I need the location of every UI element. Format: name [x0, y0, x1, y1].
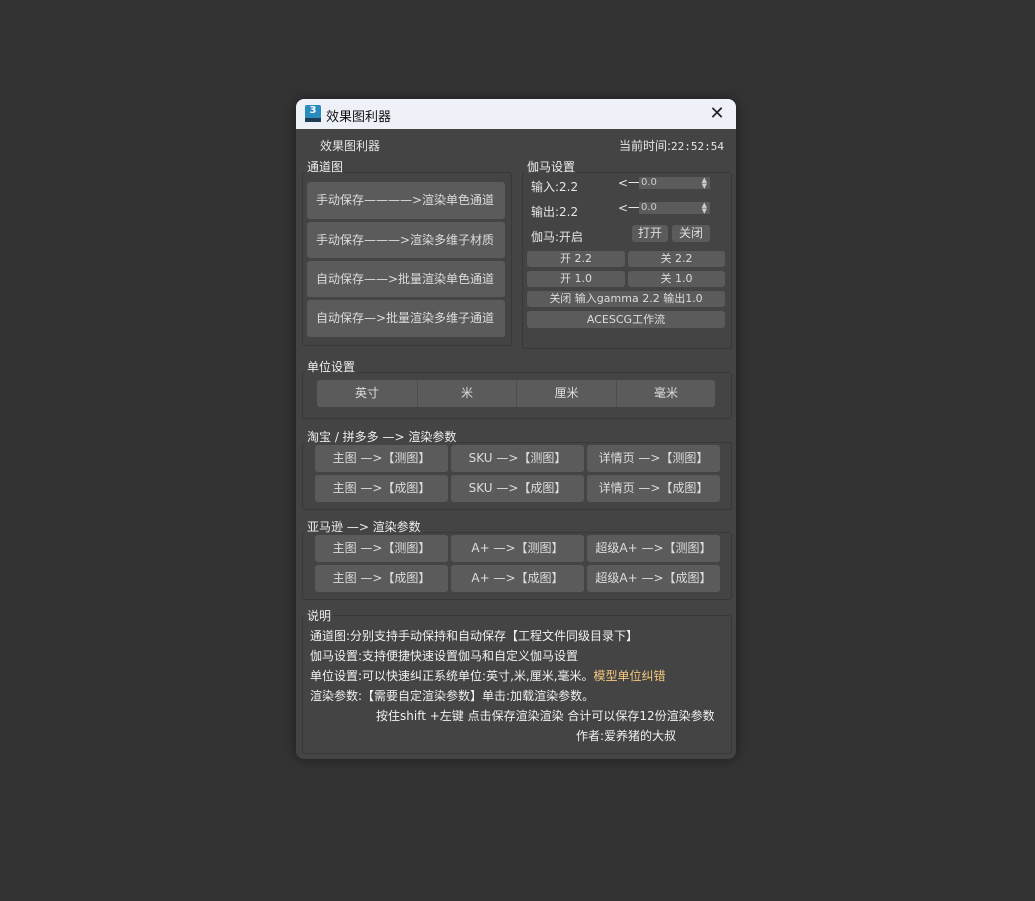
title-bar: 3 效果图利器 ✕	[296, 99, 736, 129]
amazon-aplus-test-button[interactable]: A+ —>【测图】	[451, 535, 584, 562]
spinner-arrows-icon[interactable]: ▲ ▼	[702, 177, 707, 190]
gamma-output-label: 输出:2.2	[531, 205, 579, 219]
3dsmax-app-icon: 3	[305, 105, 321, 122]
gamma-output-value: 0.0	[641, 202, 657, 213]
unit-centimeter-button[interactable]: 厘米	[516, 380, 616, 407]
auto-batch-single-channel-button[interactable]: 自动保存——>批量渲染单色通道	[307, 261, 505, 297]
close-button[interactable]: ✕	[706, 103, 728, 125]
channel-group-label: 通道图	[305, 158, 346, 175]
note-units: 单位设置:可以快速纠正系统单位:英寸,米,厘米,毫米。模型单位纠错	[310, 667, 666, 684]
gamma-input-arrow: <一	[618, 176, 641, 190]
time-label: 当前时间:	[618, 139, 672, 153]
taobao-detail-test-button[interactable]: 详情页 —>【测图】	[587, 445, 720, 472]
taobao-sku-test-button[interactable]: SKU —>【测图】	[451, 445, 584, 472]
gamma-off-button[interactable]: 关闭	[672, 225, 710, 242]
note-author: 作者:爱养猪的大叔	[576, 729, 677, 743]
note-channel: 通道图:分别支持手动保持和自动保存【工程文件同级目录下】	[310, 629, 639, 643]
taobao-detail-final-button[interactable]: 详情页 —>【成图】	[587, 475, 720, 502]
units-group-label: 单位设置	[305, 358, 358, 375]
gamma-output-arrow: <一	[618, 201, 641, 215]
gamma-group-label: 伽马设置	[525, 158, 578, 175]
gamma-input-label: 输入:2.2	[531, 180, 579, 194]
app-name: 效果图利器	[320, 139, 381, 153]
taobao-main-final-button[interactable]: 主图 —>【成图】	[315, 475, 448, 502]
amazon-main-final-button[interactable]: 主图 —>【成图】	[315, 565, 448, 592]
notes-group-label: 说明	[305, 607, 334, 624]
gamma-input-spinner[interactable]: 0.0 ▲ ▼	[639, 177, 710, 190]
manual-save-multisub-button[interactable]: 手动保存———>渲染多维子材质	[307, 222, 505, 258]
close-icon: ✕	[709, 103, 725, 124]
gamma-on-2.2-button[interactable]: 开 2.2	[527, 251, 625, 267]
window-title: 效果图利器	[326, 110, 392, 125]
amazon-main-test-button[interactable]: 主图 —>【测图】	[315, 535, 448, 562]
amazon-super-aplus-final-button[interactable]: 超级A+ —>【成图】	[587, 565, 720, 592]
gamma-status: 伽马:开启	[531, 230, 584, 244]
note-render-params: 渲染参数:【需要自定渲染参数】单击:加载渲染参数。	[310, 689, 595, 703]
taobao-sku-final-button[interactable]: SKU —>【成图】	[451, 475, 584, 502]
close-input-gamma-button[interactable]: 关闭 输入gamma 2.2 输出1.0	[527, 291, 725, 307]
note-units-text: 单位设置:可以快速纠正系统单位:英寸,米,厘米,毫米。	[310, 669, 594, 683]
manual-save-single-channel-button[interactable]: 手动保存————>渲染单色通道	[307, 182, 505, 219]
unit-millimeter-button[interactable]: 毫米	[616, 380, 715, 407]
unit-inch-button[interactable]: 英寸	[317, 380, 417, 407]
current-time: 当前时间:22:52:54	[619, 137, 724, 154]
unit-meter-button[interactable]: 米	[417, 380, 516, 407]
taobao-group-label: 淘宝 / 拼多多 —> 渲染参数	[305, 428, 459, 445]
gamma-on-button[interactable]: 打开	[632, 225, 668, 242]
gamma-off-2.2-button[interactable]: 关 2.2	[628, 251, 725, 267]
time-value: 22:52:54	[671, 140, 724, 153]
gamma-output-spinner[interactable]: 0.0 ▲ ▼	[639, 202, 710, 215]
amazon-aplus-final-button[interactable]: A+ —>【成图】	[451, 565, 584, 592]
gamma-on-1.0-button[interactable]: 开 1.0	[527, 271, 625, 287]
amazon-super-aplus-test-button[interactable]: 超级A+ —>【测图】	[587, 535, 720, 562]
gamma-input-value: 0.0	[641, 177, 657, 188]
note-shift-save: 按住shift +左键 点击保存渲染渲染 合计可以保存12份渲染参数	[376, 709, 715, 723]
main-window: 3 效果图利器 ✕ 效果图利器 当前时间:22:52:54 通道图 手动保存——…	[296, 99, 736, 759]
gamma-off-1.0-button[interactable]: 关 1.0	[628, 271, 725, 287]
acescg-workflow-button[interactable]: ACESCG工作流	[527, 311, 725, 328]
amazon-group-label: 亚马逊 —> 渲染参数	[305, 518, 423, 535]
note-units-highlight: 模型单位纠错	[593, 669, 666, 683]
auto-batch-multisub-button[interactable]: 自动保存—>批量渲染多维子通道	[307, 300, 505, 337]
note-gamma: 伽马设置:支持便捷快速设置伽马和自定义伽马设置	[310, 649, 579, 663]
spinner-arrows-icon[interactable]: ▲ ▼	[702, 202, 707, 215]
taobao-main-test-button[interactable]: 主图 —>【测图】	[315, 445, 448, 472]
